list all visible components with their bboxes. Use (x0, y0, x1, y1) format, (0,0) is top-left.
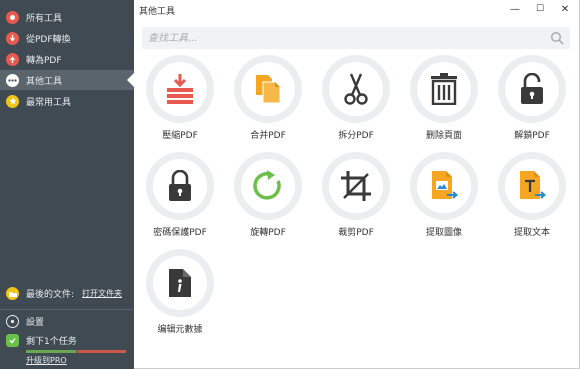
tool-password-protect[interactable]: 密碼保護PDF (134, 152, 224, 244)
lock-icon (169, 170, 191, 201)
tool-circle-inner (153, 159, 207, 213)
tool-circle (322, 55, 390, 123)
tool-circle-inner (417, 62, 471, 116)
sidebar-item-from-pdf[interactable]: 從PDF轉換 (0, 28, 134, 48)
folder-icon (6, 287, 19, 300)
gear-icon (6, 315, 19, 328)
tool-crop-pdf[interactable]: 裁剪PDF (310, 152, 400, 244)
tool-circle-inner (241, 62, 295, 116)
tool-circle-inner (505, 62, 559, 116)
sidebar-item-all-tools[interactable]: 所有工具 (0, 7, 134, 27)
tool-unlock-pdf[interactable]: 解鎖PDF (486, 55, 576, 147)
tool-circle (146, 152, 214, 220)
tool-circle (146, 55, 214, 123)
tool-circle (410, 152, 478, 220)
tool-label: 删除頁面 (425, 131, 462, 141)
tool-label: 密碼保護PDF (153, 228, 207, 238)
tool-split-pdf[interactable]: 拆分PDF (310, 55, 400, 147)
tool-delete-pages[interactable]: 删除頁面 (398, 55, 488, 147)
tool-circle-inner (329, 159, 383, 213)
tool-circle-inner (329, 62, 383, 116)
search-input[interactable] (142, 27, 532, 49)
task-progress-bar (26, 350, 126, 353)
tasks-status[interactable]: 剩下1个任务 (6, 334, 77, 347)
from-pdf-icon (6, 31, 19, 45)
divider (0, 309, 134, 310)
main-panel: 其他工具 — ☐ ✕ 壓縮PDF (134, 0, 580, 369)
rotate-icon (253, 170, 281, 200)
sidebar-item-label: 最常用工具 (26, 97, 72, 108)
open-folder-link[interactable]: 打开文件夹 (82, 288, 122, 299)
sidebar-item-label: 其他工具 (26, 76, 63, 87)
sidebar-item-label: 轉為PDF (26, 55, 62, 66)
compress-icon (167, 74, 193, 104)
search-icon[interactable] (550, 31, 564, 45)
task-progress-remaining (78, 350, 126, 353)
tool-label: 提取文本 (513, 228, 550, 238)
window-title: 其他工具 (139, 7, 176, 17)
unlock-icon (521, 73, 543, 104)
tool-rotate-pdf[interactable]: 旋轉PDF (222, 152, 312, 244)
tool-extract-text[interactable]: 提取文本 (486, 152, 576, 244)
sidebar: 所有工具 從PDF轉換 轉為PDF 其他工具 最常用工具 最後的文件: 打开文件… (0, 0, 134, 369)
tool-merge-pdf[interactable]: 合并PDF (222, 55, 312, 147)
maximize-button[interactable]: ☐ (531, 2, 549, 16)
crop-icon (341, 171, 371, 201)
sidebar-item-label: 所有工具 (26, 13, 63, 24)
settings-button[interactable]: 設置 (6, 315, 44, 328)
sidebar-item-to-pdf[interactable]: 轉為PDF (0, 49, 134, 69)
sidebar-item-more-tools[interactable]: 其他工具 (0, 70, 134, 90)
minimize-button[interactable]: — (506, 2, 524, 16)
tool-label: 合并PDF (250, 131, 286, 141)
close-button[interactable]: ✕ (556, 2, 574, 16)
tool-label: 编辑元數據 (157, 325, 203, 335)
sidebar-item-favorites[interactable]: 最常用工具 (0, 91, 134, 111)
recent-files-label: 最後的文件: (26, 290, 75, 300)
tool-circle (410, 55, 478, 123)
task-icon (6, 334, 19, 347)
more-tools-icon (6, 73, 19, 87)
tool-edit-metadata[interactable]: 编辑元數據 (134, 249, 224, 341)
tool-circle-inner (241, 159, 295, 213)
tasks-label: 剩下1个任务 (26, 337, 77, 347)
tool-label: 裁剪PDF (338, 228, 374, 238)
star-icon (6, 94, 19, 108)
recent-files: 最後的文件: 打开文件夹 (6, 287, 130, 300)
settings-label: 設置 (26, 318, 45, 328)
extract-text-icon (520, 171, 547, 199)
extract-image-icon (432, 171, 459, 199)
sidebar-item-label: 從PDF轉換 (26, 34, 71, 45)
search-bar (142, 27, 570, 49)
tool-circle (234, 152, 302, 220)
task-progress-fill (26, 350, 76, 353)
metadata-icon (169, 269, 191, 297)
tool-extract-images[interactable]: 提取圖像 (398, 152, 488, 244)
upgrade-pro-link[interactable]: 升级到PRO (26, 355, 67, 366)
title-bar: 其他工具 — ☐ ✕ (134, 0, 580, 20)
tool-compress-pdf[interactable]: 壓縮PDF (134, 55, 224, 147)
tool-circle-inner (153, 256, 207, 310)
tool-circle (322, 152, 390, 220)
tool-circle-inner (505, 159, 559, 213)
trash-icon (431, 73, 457, 105)
tool-circle (498, 55, 566, 123)
tool-label: 壓縮PDF (162, 131, 198, 141)
tool-circle (146, 249, 214, 317)
tool-circle (498, 152, 566, 220)
to-pdf-icon (6, 52, 19, 66)
tool-label: 提取圖像 (425, 228, 462, 238)
tool-circle-inner (417, 159, 471, 213)
tool-circle-inner (153, 62, 207, 116)
merge-icon (256, 75, 281, 104)
tool-label: 旋轉PDF (250, 228, 286, 238)
scissors-icon (344, 73, 368, 105)
tool-label: 解鎖PDF (514, 131, 550, 141)
tool-circle (234, 55, 302, 123)
tool-label: 拆分PDF (338, 131, 374, 141)
all-tools-icon (6, 10, 19, 24)
